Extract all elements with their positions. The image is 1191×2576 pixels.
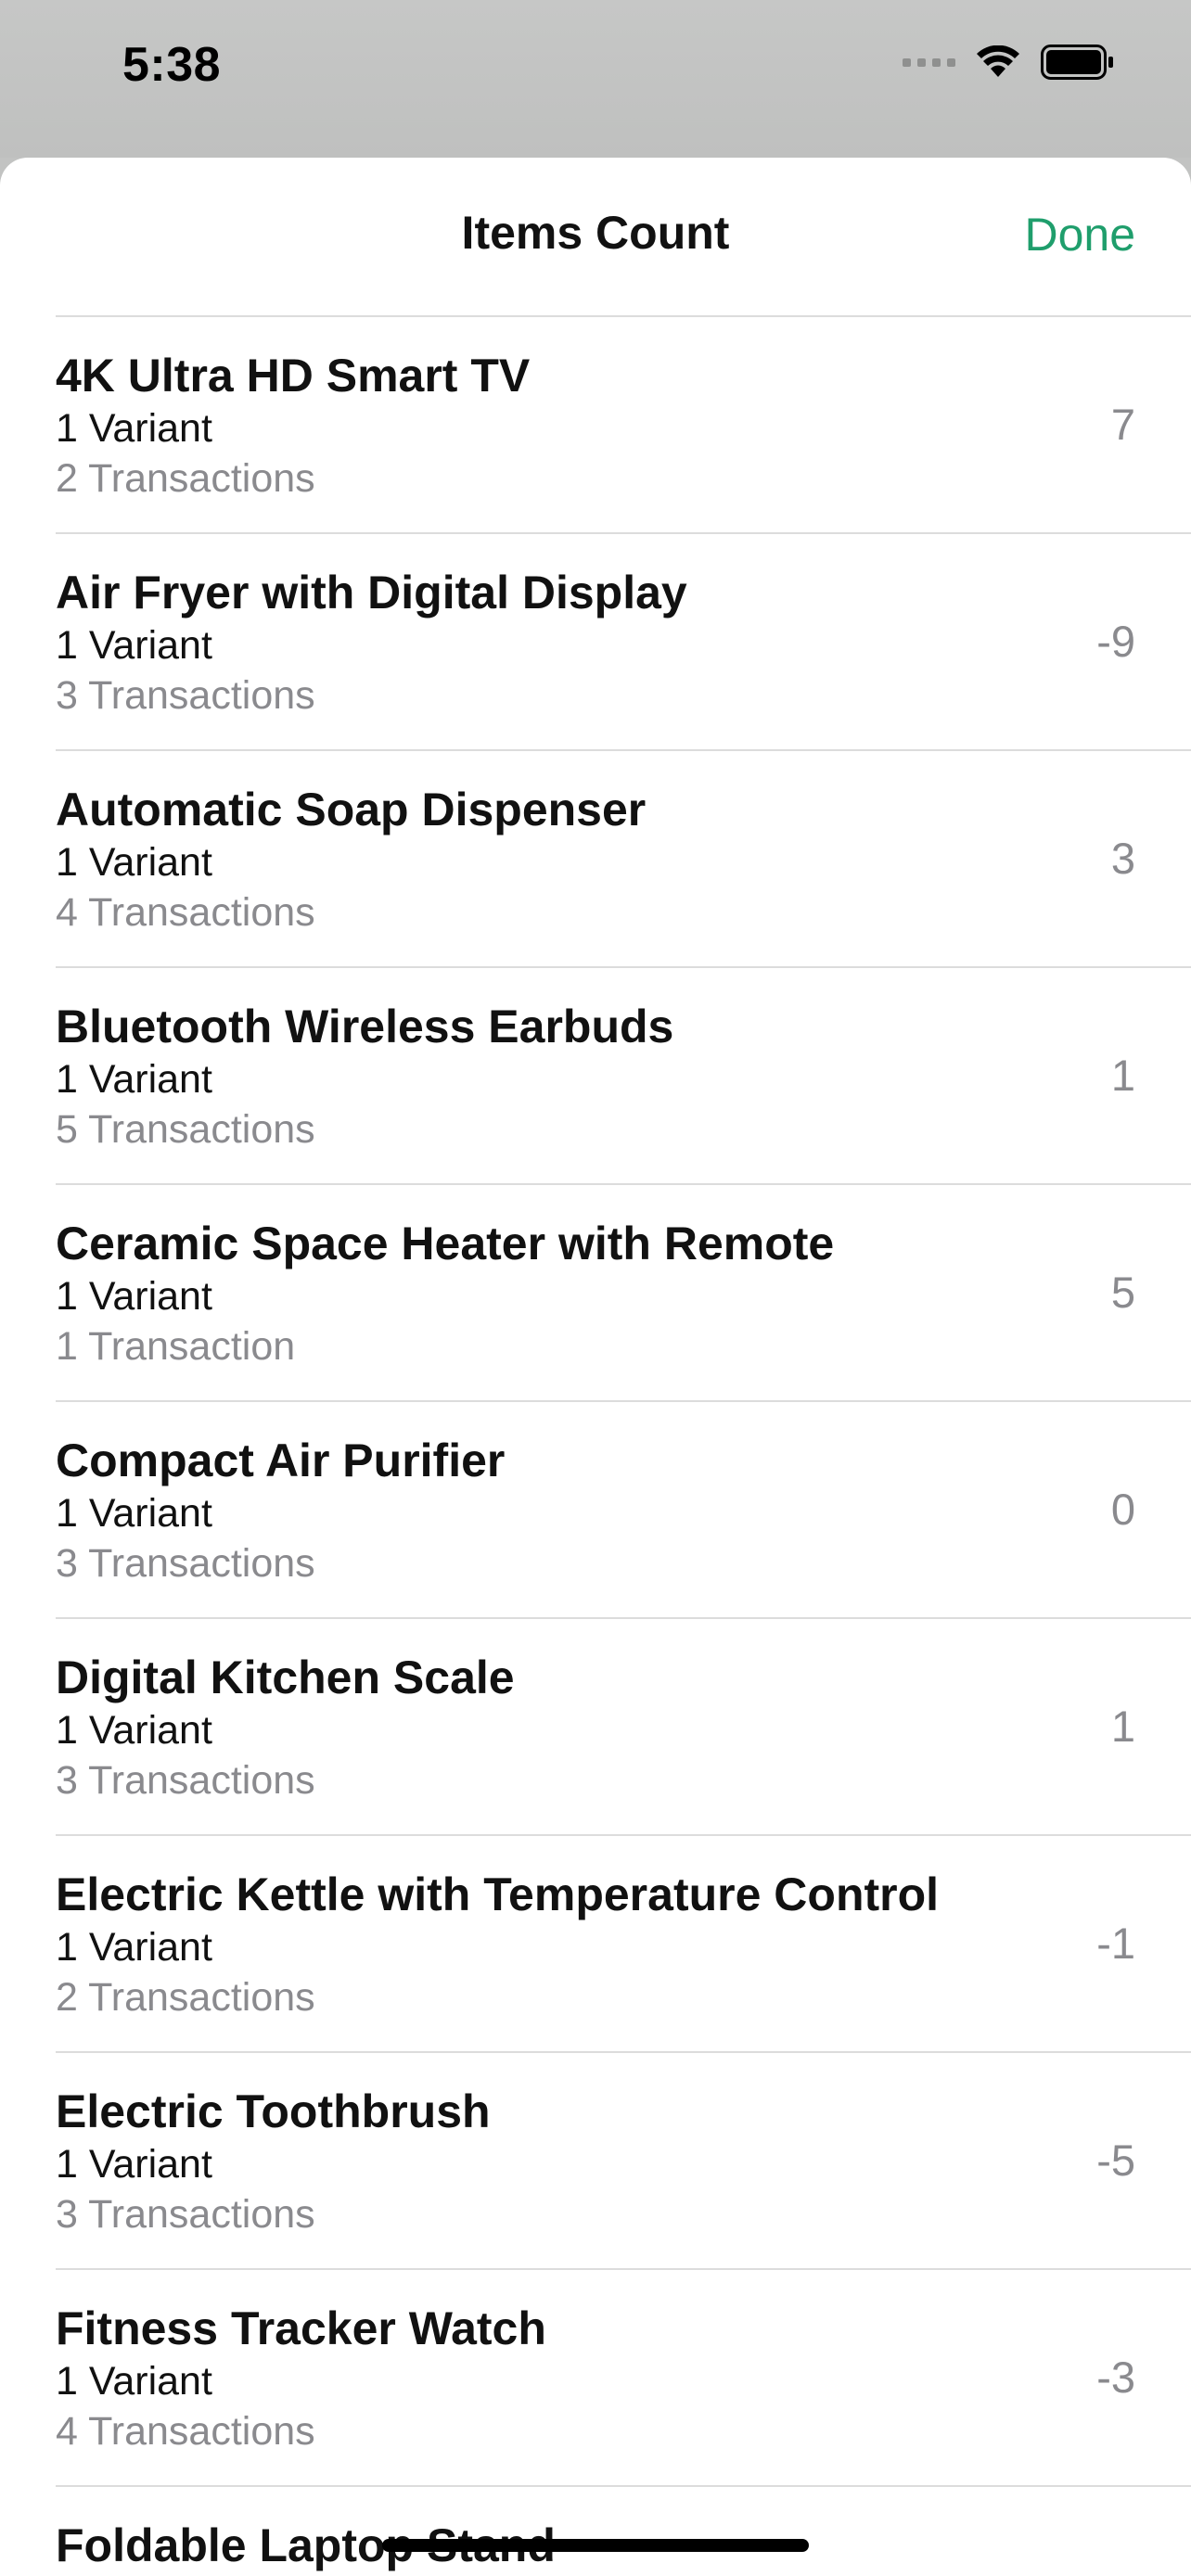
item-count: 3 — [1110, 834, 1135, 883]
item-variants: 1 Variant — [56, 2359, 212, 2404]
item-count: 7 — [1110, 400, 1135, 449]
item-name: Ceramic Space Heater with Remote — [56, 1218, 835, 1269]
list-item[interactable]: Bluetooth Wireless Earbuds 1 Variant 5 T… — [56, 966, 1191, 1183]
battery-icon — [1041, 45, 1113, 80]
list-item[interactable]: Ceramic Space Heater with Remote 1 Varia… — [56, 1183, 1191, 1400]
nav-bar: Items Count Done — [0, 158, 1191, 315]
home-indicator[interactable] — [382, 2539, 809, 2552]
list-item[interactable]: Compact Air Purifier 1 Variant 3 Transac… — [56, 1400, 1191, 1617]
list-item[interactable]: Electric Kettle with Temperature Control… — [56, 1834, 1191, 2051]
item-name: Digital Kitchen Scale — [56, 1651, 515, 1703]
page-title: Items Count — [461, 207, 730, 259]
item-count: 5 — [1110, 1268, 1135, 1317]
item-count: 1 — [1110, 1702, 1135, 1751]
item-transactions: 3 Transactions — [56, 2192, 315, 2237]
wifi-icon — [977, 45, 1019, 77]
item-variants: 1 Variant — [56, 406, 212, 451]
item-transactions: 2 Transactions — [56, 456, 315, 501]
item-count: -9 — [1096, 617, 1135, 666]
item-variants: 1 Variant — [56, 1925, 212, 1970]
status-time: 5:38 — [122, 38, 222, 92]
item-transactions: 5 Transactions — [56, 1107, 315, 1152]
list-item[interactable]: Electric Toothbrush 1 Variant 3 Transact… — [56, 2051, 1191, 2268]
item-name: Electric Toothbrush — [56, 2085, 491, 2137]
cellular-signal-icon — [903, 57, 955, 67]
item-name: Compact Air Purifier — [56, 1435, 506, 1486]
item-variants: 1 Variant — [56, 1708, 212, 1753]
item-name: Automatic Soap Dispenser — [56, 784, 647, 835]
list-item[interactable]: Automatic Soap Dispenser 1 Variant 4 Tra… — [56, 749, 1191, 966]
item-transactions: 2 Transactions — [56, 1975, 315, 2020]
item-variants: 1 Variant — [56, 840, 212, 885]
list-item[interactable]: Fitness Tracker Watch 1 Variant 4 Transa… — [56, 2268, 1191, 2485]
list-item[interactable]: 4K Ultra HD Smart TV 1 Variant 2 Transac… — [56, 315, 1191, 532]
item-transactions: 4 Transactions — [56, 890, 315, 935]
item-transactions: 1 Transaction — [56, 1324, 296, 1369]
item-count: -1 — [1096, 1919, 1135, 1968]
item-transactions: 4 Transactions — [56, 2409, 315, 2454]
item-count: -3 — [1096, 2353, 1135, 2402]
status-bar: 5:38 — [0, 0, 1191, 158]
item-name: 4K Ultra HD Smart TV — [56, 350, 531, 402]
list-item[interactable]: Foldable Laptop Stand — [56, 2485, 1191, 2576]
item-name: Air Fryer with Digital Display — [56, 567, 687, 618]
item-count: -5 — [1096, 2136, 1135, 2185]
item-variants: 1 Variant — [56, 1491, 212, 1536]
item-count: 0 — [1110, 1485, 1135, 1534]
item-name: Bluetooth Wireless Earbuds — [56, 1001, 674, 1052]
list-item[interactable]: Digital Kitchen Scale 1 Variant 3 Transa… — [56, 1617, 1191, 1834]
done-button[interactable]: Done — [1024, 208, 1135, 261]
item-transactions: 3 Transactions — [56, 1541, 315, 1586]
items-count-sheet: Items Count Done 4K Ultra HD Smart TV 1 … — [0, 158, 1191, 2576]
item-name: Electric Kettle with Temperature Control — [56, 1868, 940, 1920]
status-icons — [903, 45, 1115, 80]
item-transactions: 3 Transactions — [56, 1758, 315, 1803]
items-list: 4K Ultra HD Smart TV 1 Variant 2 Transac… — [0, 315, 1191, 2576]
item-variants: 1 Variant — [56, 2142, 212, 2187]
item-count: 1 — [1110, 1051, 1135, 1100]
list-item[interactable]: Air Fryer with Digital Display 1 Variant… — [56, 532, 1191, 749]
item-variants: 1 Variant — [56, 1274, 212, 1319]
item-name: Fitness Tracker Watch — [56, 2302, 546, 2354]
item-variants: 1 Variant — [56, 1057, 212, 1102]
item-transactions: 3 Transactions — [56, 673, 315, 718]
item-variants: 1 Variant — [56, 623, 212, 668]
